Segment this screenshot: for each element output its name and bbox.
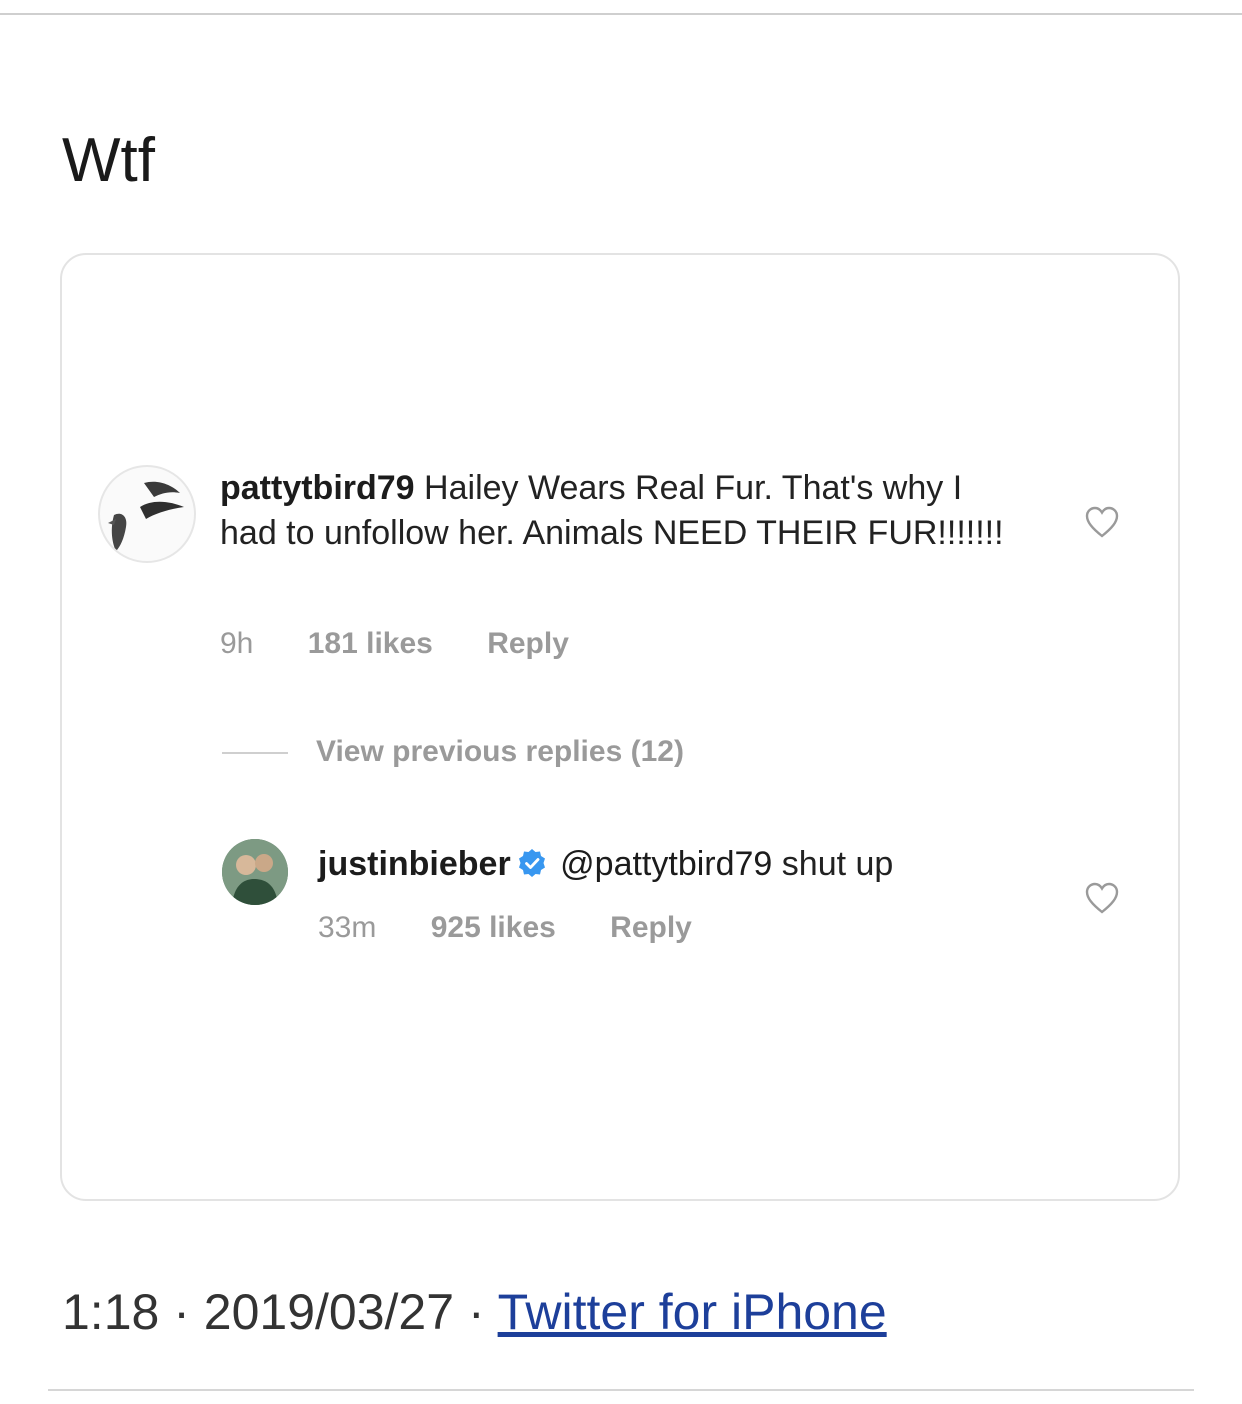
- heart-outline-icon[interactable]: [1084, 505, 1120, 539]
- comment-text: pattytbird79 Hailey Wears Real Fur. That…: [220, 466, 1020, 556]
- replies-divider: [222, 752, 288, 755]
- bottom-divider: [48, 1389, 1194, 1391]
- reply-reply-button[interactable]: Reply: [610, 911, 692, 944]
- bird-photo-icon: [108, 481, 184, 551]
- verified-badge-icon: [518, 849, 545, 877]
- top-divider: [0, 13, 1242, 15]
- comment-meta: 9h 181 likes Reply: [220, 627, 615, 661]
- reply-username[interactable]: justinbieber: [318, 845, 511, 883]
- reply-meta: 33m 925 likes Reply: [318, 911, 738, 945]
- view-replies-label: View previous replies (12): [316, 735, 684, 768]
- meta-separator: ·: [467, 1284, 485, 1340]
- comment-username[interactable]: pattytbird79: [220, 469, 415, 507]
- tweet-date: 2019/03/27: [203, 1284, 455, 1340]
- view-previous-replies[interactable]: View previous replies (12): [222, 735, 684, 769]
- tweet-source-link[interactable]: Twitter for iPhone: [498, 1284, 887, 1340]
- media-card[interactable]: pattytbird79 Hailey Wears Real Fur. That…: [60, 253, 1180, 1201]
- reply-age: 33m: [318, 911, 377, 944]
- tweet-time: 1:18: [62, 1284, 160, 1340]
- comment-age: 9h: [220, 627, 254, 660]
- avatar[interactable]: [222, 839, 288, 905]
- reply-mention[interactable]: @pattytbird79: [560, 845, 772, 883]
- comment-likes[interactable]: 181 likes: [308, 627, 433, 660]
- reply-text: justinbieber @pattytbird79 shut up: [318, 842, 1078, 887]
- tweet-metadata: 1:18 · 2019/03/27 · Twitter for iPhone: [62, 1283, 887, 1341]
- profile-photo-icon: [222, 839, 288, 905]
- heart-outline-icon[interactable]: [1084, 881, 1120, 915]
- comment-reply-button[interactable]: Reply: [487, 627, 569, 660]
- meta-separator: ·: [173, 1284, 190, 1340]
- reply-likes[interactable]: 925 likes: [431, 911, 556, 944]
- reply-message: shut up: [781, 845, 894, 883]
- tweet-text: Wtf: [62, 126, 155, 195]
- avatar[interactable]: [98, 465, 196, 563]
